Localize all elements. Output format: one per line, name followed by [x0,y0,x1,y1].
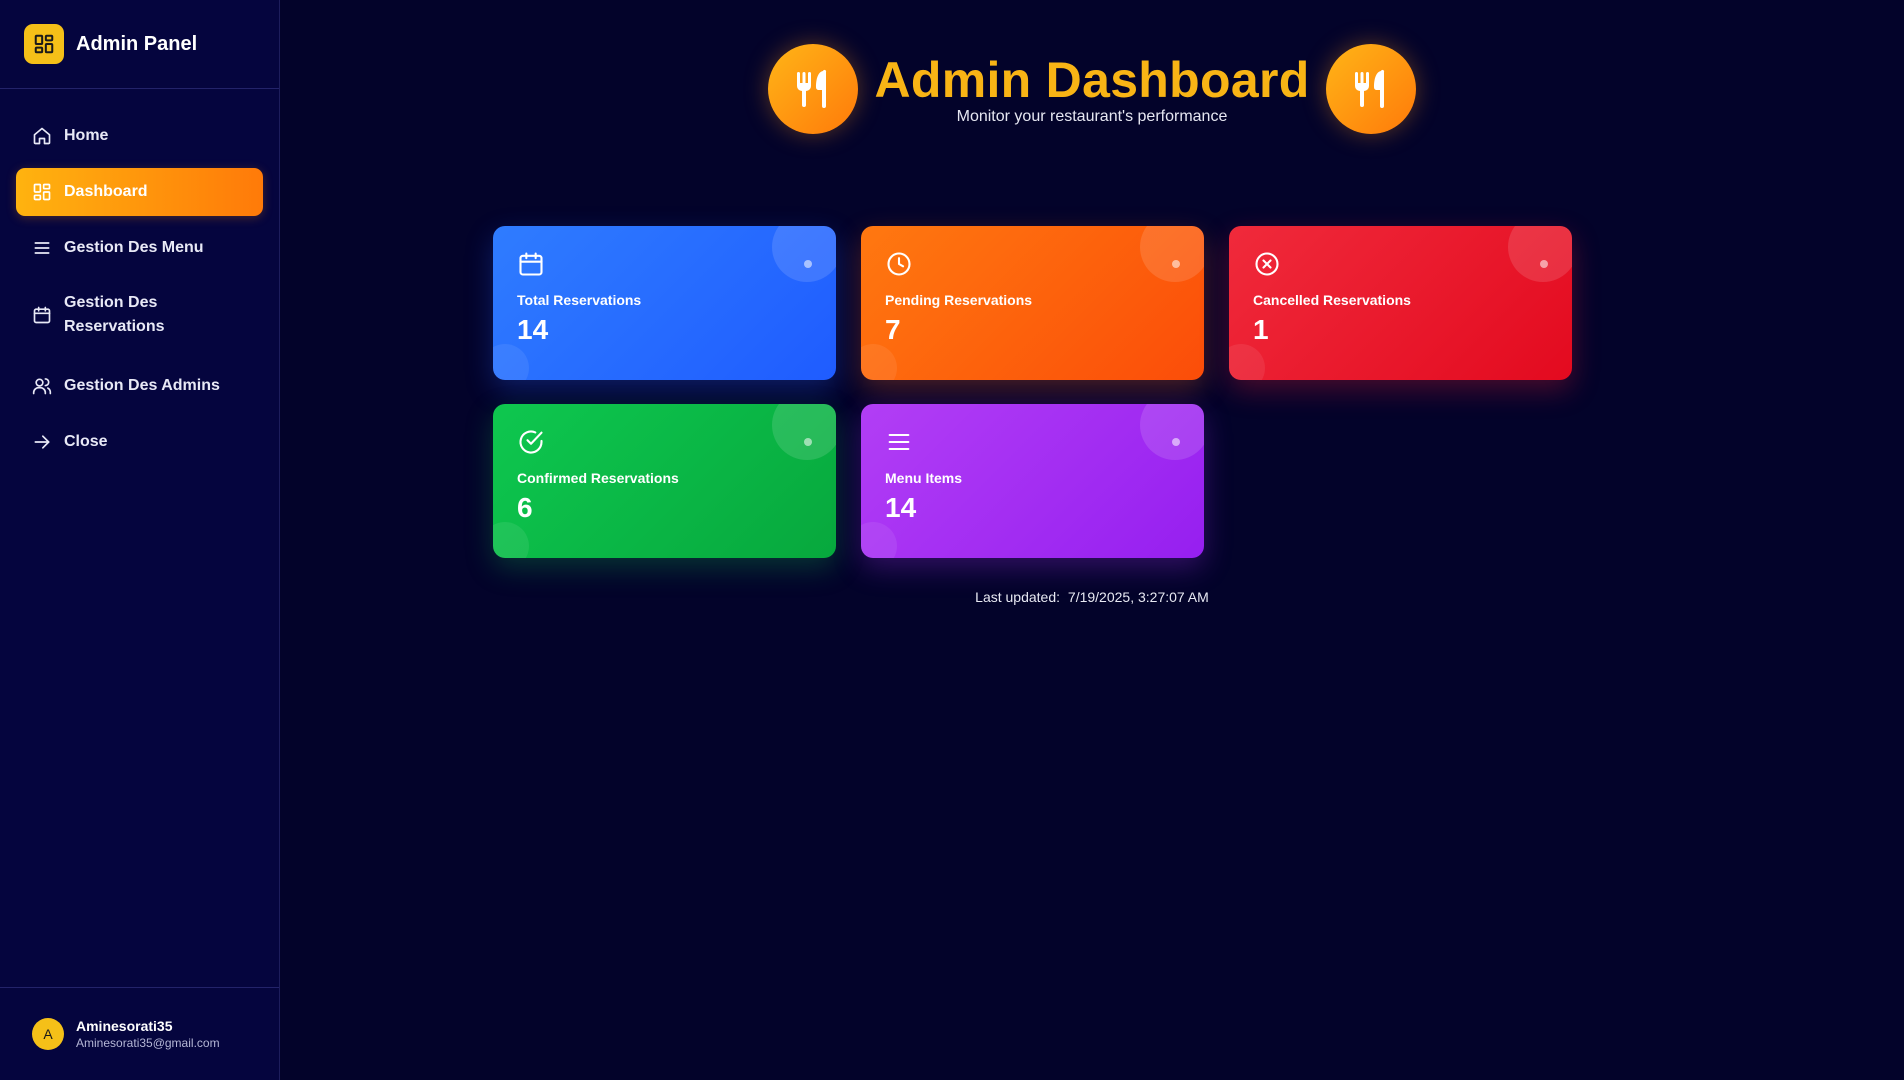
user-name: Aminesorati35 [76,1018,173,1034]
stat-card-menu-items[interactable]: Menu Items 14 [861,404,1204,558]
page-title: Admin Dashboard [874,52,1310,108]
stat-card-confirmed-reservations[interactable]: Confirmed Reservations 6 [493,404,836,558]
sidebar-item-home[interactable]: Home [16,112,263,160]
list-icon [32,238,52,258]
utensils-icon [768,44,859,134]
card-value: 14 [517,314,549,345]
status-dot [804,260,812,268]
status-dot [1172,260,1180,268]
list-icon [885,428,913,456]
card-decoration [493,522,529,558]
check-circle-icon [517,428,545,456]
sidebar: Admin Panel Home Dashboard Gestion Des M… [0,0,280,1080]
card-decoration [772,404,836,460]
page-subtitle: Monitor your restaurant's performance [956,108,1228,125]
brand-title: Admin Panel [76,32,198,55]
card-decoration [493,344,529,380]
users-icon [32,376,52,396]
card-decoration [772,226,836,282]
user-info: Aminesorati35 Aminesorati35@gmail.com [76,1017,220,1051]
sidebar-item-dashboard[interactable]: Dashboard [16,168,263,216]
card-value: 14 [885,492,917,523]
stat-card-pending-reservations[interactable]: Pending Reservations 7 [861,226,1204,380]
calendar-icon [32,305,52,325]
card-decoration [1140,226,1204,282]
card-label: Pending Reservations [885,292,1033,308]
last-updated-value: 7/19/2025, 3:27:07 AM [1067,589,1209,605]
card-decoration [861,344,897,380]
card-label: Menu Items [885,470,963,486]
status-dot [1540,260,1548,268]
sidebar-item-label: Gestion Des Reservations [64,294,165,335]
card-decoration [1508,226,1572,282]
last-updated: Last updated: 7/19/2025, 3:27:07 AM [280,589,1904,605]
utensils-icon [1325,44,1416,134]
home-icon [32,126,52,146]
avatar: A [32,1018,64,1050]
card-label: Confirmed Reservations [517,470,679,486]
card-value: 1 [1253,314,1269,345]
arrow-right-icon [32,432,52,452]
sidebar-item-label: Home [64,127,109,144]
user-email: Aminesorati35@gmail.com [76,1036,220,1050]
card-value: 6 [517,492,533,523]
header-text: Admin Dashboard Monitor your restaurant'… [874,51,1309,127]
sidebar-item-label: Gestion Des Menu [64,239,204,256]
sidebar-item-close[interactable]: Close [16,418,263,466]
user-profile[interactable]: A Aminesorati35 Aminesorati35@gmail.com [0,987,279,1080]
stat-card-total-reservations[interactable]: Total Reservations 14 [493,226,836,380]
clock-icon [885,250,913,278]
sidebar-item-label: Dashboard [64,183,148,200]
status-dot [1172,438,1180,446]
card-decoration [861,522,897,558]
grid-icon [32,182,52,202]
calendar-icon [517,250,545,278]
sidebar-item-reservations[interactable]: Gestion Des Reservations [16,282,263,348]
sidebar-item-menu[interactable]: Gestion Des Menu [16,224,263,272]
stat-card-cancelled-reservations[interactable]: Cancelled Reservations 1 [1229,226,1572,380]
sidebar-brand: Admin Panel [0,0,279,89]
grid-icon [24,24,64,64]
sidebar-item-admins[interactable]: Gestion Des Admins [16,362,263,410]
main-content: Admin Dashboard Monitor your restaurant'… [280,0,1904,1080]
sidebar-item-label: Close [64,433,108,450]
card-label: Total Reservations [517,292,642,308]
x-circle-icon [1253,250,1281,278]
sidebar-nav: Home Dashboard Gestion Des Menu Gestion … [0,89,279,466]
sidebar-item-label: Gestion Des Admins [64,377,220,394]
last-updated-label: Last updated: [975,589,1061,605]
page-header: Admin Dashboard Monitor your restaurant'… [280,44,1904,134]
card-label: Cancelled Reservations [1253,292,1411,308]
card-value: 7 [885,314,901,345]
card-decoration [1140,404,1204,460]
status-dot [804,438,812,446]
card-decoration [1229,344,1265,380]
